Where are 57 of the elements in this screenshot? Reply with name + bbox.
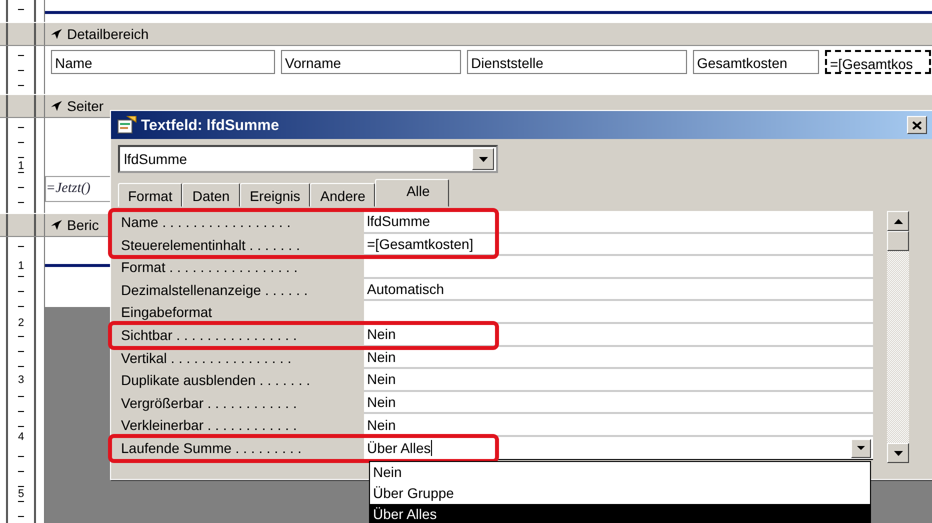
section-title: Beric [67,217,99,233]
property-value[interactable]: lfdSumme [364,211,873,234]
report-field[interactable]: =[Gesamtkos [825,50,931,74]
section-title: Detailbereich [67,26,149,42]
ruler-number: 2 [18,316,24,329]
dropdown-option[interactable]: Über Alles [370,504,870,523]
tab[interactable]: Format [118,183,182,207]
section-icon [51,220,63,230]
property-value[interactable]: Nein [364,324,873,347]
object-dropdown[interactable]: lfdSumme [118,145,498,173]
ruler-number: 3 [18,374,24,386]
property-label: Laufende Summe . . . . . . . . . [120,438,303,458]
property-label: Dezimalstellenanzeige . . . . . . [120,280,309,300]
dropdown-option[interactable]: Über Gruppe [370,483,870,504]
section-icon [51,29,63,39]
property-value[interactable]: Nein [364,346,873,370]
section-icon [51,101,63,111]
property-label: Duplikate ausblenden . . . . . . . [120,371,312,390]
vertical-ruler [6,0,36,22]
window-title: Textfeld: lfdSumme [141,116,280,134]
scrollbar[interactable] [887,211,909,463]
ruler-number: 1 [18,160,24,172]
property-value[interactable] [364,256,873,279]
properties-icon [117,116,137,134]
report-field[interactable]: Name [51,50,275,74]
property-value[interactable]: =[Gesamtkosten] [364,234,873,256]
report-field[interactable]: Gesamtkosten [693,50,819,74]
close-button[interactable] [907,116,927,134]
tab[interactable]: Andere [310,183,376,207]
property-label: Verkleinerbar . . . . . . . . . . . . [120,416,298,436]
close-icon [912,120,922,130]
dropdown-option[interactable]: Nein [370,462,870,483]
tab[interactable]: Ereignis [240,183,310,207]
ruler-number: 1 [18,260,24,272]
property-value[interactable]: Über Alles [364,436,873,460]
property-label: Sichtbar . . . . . . . . . . . . . . . . [120,326,298,345]
ruler-number: 5 [18,488,24,500]
property-label: Eingabeformat [120,303,214,322]
property-value[interactable]: Automatisch [364,278,873,302]
property-label: Vertikal . . . . . . . . . . . . . . . . [120,348,292,368]
tab[interactable]: Daten [182,183,240,207]
scroll-up-icon[interactable] [887,211,909,231]
property-label: Vergrößerbar . . . . . . . . . . . . [120,394,298,413]
section-title: Seiter [67,98,104,114]
property-value[interactable]: Nein [364,369,873,392]
report-field[interactable]: Dienststelle [467,50,687,74]
property-label: Steuerelementinhalt . . . . . . . [120,236,301,255]
tab[interactable]: Alle [375,179,449,207]
property-label: Format . . . . . . . . . . . . . . . . . [120,258,299,278]
property-value[interactable]: Nein [364,392,873,414]
property-value[interactable] [364,301,873,324]
scroll-thumb[interactable] [887,231,909,251]
scroll-down-icon[interactable] [887,443,909,463]
property-value[interactable]: Nein [364,414,873,437]
ruler-number: 4 [18,431,24,444]
property-label: Name . . . . . . . . . . . . . . . . . [120,213,292,232]
report-field[interactable]: Vorname [281,50,461,74]
